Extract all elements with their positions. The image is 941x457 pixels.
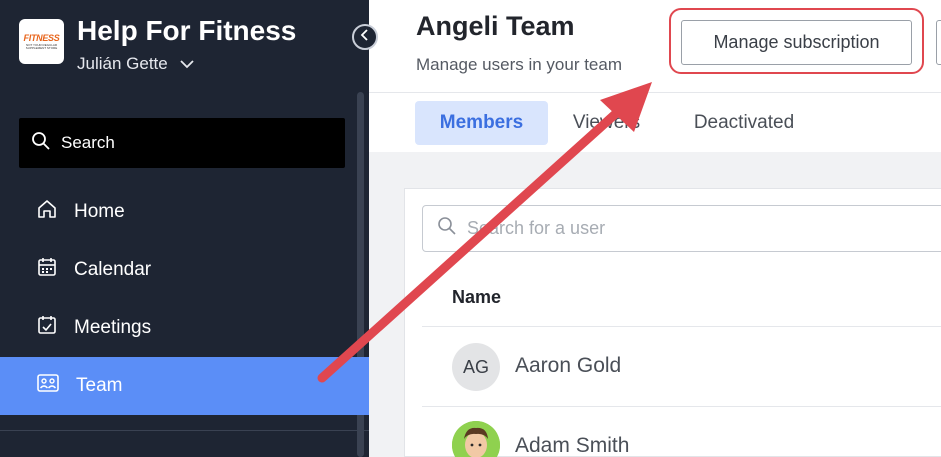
sidebar-item-home[interactable]: Home xyxy=(0,183,369,241)
sidebar-search[interactable]: Search xyxy=(19,118,345,168)
tab-viewers[interactable]: Viewers xyxy=(559,101,654,145)
sidebar-item-label: Team xyxy=(76,375,123,396)
tab-deactivated[interactable]: Deactivated xyxy=(679,101,809,145)
logo-tagline: NOT YOUR REGULAR SUPPLEMENT STORE xyxy=(25,43,58,50)
org-logo[interactable]: FITNESS NOT YOUR REGULAR SUPPLEMENT STOR… xyxy=(19,19,64,64)
meetings-icon xyxy=(36,314,58,342)
home-icon xyxy=(36,198,58,226)
search-icon xyxy=(31,131,51,156)
user-name: Julián Gette xyxy=(77,54,168,73)
user-search-placeholder: Search for a user xyxy=(467,218,606,238)
row-divider xyxy=(422,326,941,327)
main-content: Angeli Team Manage users in your team Ma… xyxy=(369,0,941,457)
sidebar: FITNESS NOT YOUR REGULAR SUPPLEMENT STOR… xyxy=(0,0,369,457)
logo-brand: FITNESS xyxy=(23,33,60,43)
tab-members[interactable]: Members xyxy=(415,101,548,145)
tab-bar: Members Viewers Deactivated xyxy=(369,92,941,152)
sidebar-item-label: Home xyxy=(74,201,125,222)
page-title: Angeli Team xyxy=(416,11,575,41)
sidebar-divider xyxy=(0,430,369,431)
column-header-name[interactable]: Name xyxy=(452,287,501,308)
chevron-down-icon xyxy=(180,54,194,74)
chevron-left-icon xyxy=(360,28,370,46)
member-name[interactable]: Adam Smith xyxy=(515,434,629,457)
overflow-button[interactable] xyxy=(936,20,941,65)
sidebar-item-calendar[interactable]: Calendar xyxy=(0,241,369,299)
sidebar-item-label: Calendar xyxy=(74,259,152,280)
manage-subscription-button[interactable]: Manage subscription xyxy=(681,20,912,65)
member-name[interactable]: Aaron Gold xyxy=(515,354,621,378)
sidebar-item-team[interactable]: Team xyxy=(0,357,369,415)
sidebar-item-label: Meetings xyxy=(74,317,152,338)
user-search-input[interactable]: Search for a user xyxy=(422,205,941,252)
org-name: Help For Fitness xyxy=(77,15,297,46)
page-subtitle: Manage users in your team xyxy=(416,55,622,74)
search-icon xyxy=(437,216,457,241)
collapse-sidebar-button[interactable] xyxy=(352,24,378,50)
row-divider xyxy=(422,406,941,407)
calendar-icon xyxy=(36,256,58,284)
avatar: AG xyxy=(452,343,500,391)
sidebar-search-label: Search xyxy=(61,133,115,152)
team-icon xyxy=(36,372,60,400)
user-switcher[interactable]: Julián Gette xyxy=(77,54,194,74)
sidebar-item-meetings[interactable]: Meetings xyxy=(0,299,369,357)
